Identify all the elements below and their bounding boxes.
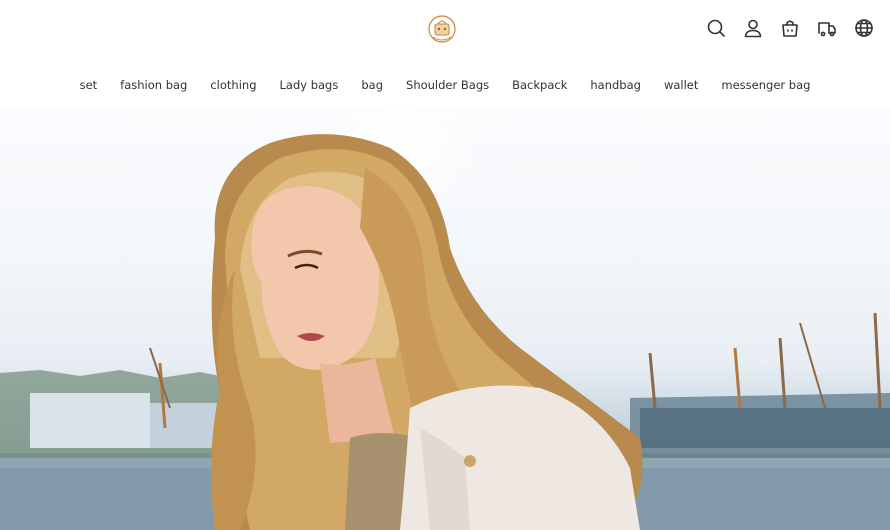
nav-item-shoulder-bags[interactable]: Shoulder Bags bbox=[406, 78, 489, 92]
nav-item-bag[interactable]: bag bbox=[361, 78, 383, 92]
site-header bbox=[0, 0, 890, 60]
nav-item-fashion-bag[interactable]: fashion bag bbox=[120, 78, 187, 92]
nav-item-handbag[interactable]: handbag bbox=[590, 78, 641, 92]
shipping-truck-icon[interactable] bbox=[817, 18, 837, 38]
nav-item-set[interactable]: set bbox=[80, 78, 98, 92]
nav-item-messenger-bag[interactable]: messenger bag bbox=[721, 78, 810, 92]
search-icon[interactable] bbox=[706, 18, 726, 38]
main-navigation: set fashion bag clothing Lady bags bag S… bbox=[0, 78, 890, 92]
nav-item-clothing[interactable]: clothing bbox=[210, 78, 256, 92]
globe-icon[interactable] bbox=[854, 18, 874, 38]
nav-item-lady-bags[interactable]: Lady bags bbox=[280, 78, 339, 92]
cart-icon[interactable] bbox=[780, 18, 800, 38]
nav-item-backpack[interactable]: Backpack bbox=[512, 78, 567, 92]
hero-image bbox=[0, 108, 890, 530]
nav-item-wallet[interactable]: wallet bbox=[664, 78, 698, 92]
header-icons bbox=[706, 18, 874, 38]
user-icon[interactable] bbox=[743, 18, 763, 38]
brand-logo[interactable] bbox=[425, 12, 459, 46]
hero-banner[interactable] bbox=[0, 108, 890, 530]
